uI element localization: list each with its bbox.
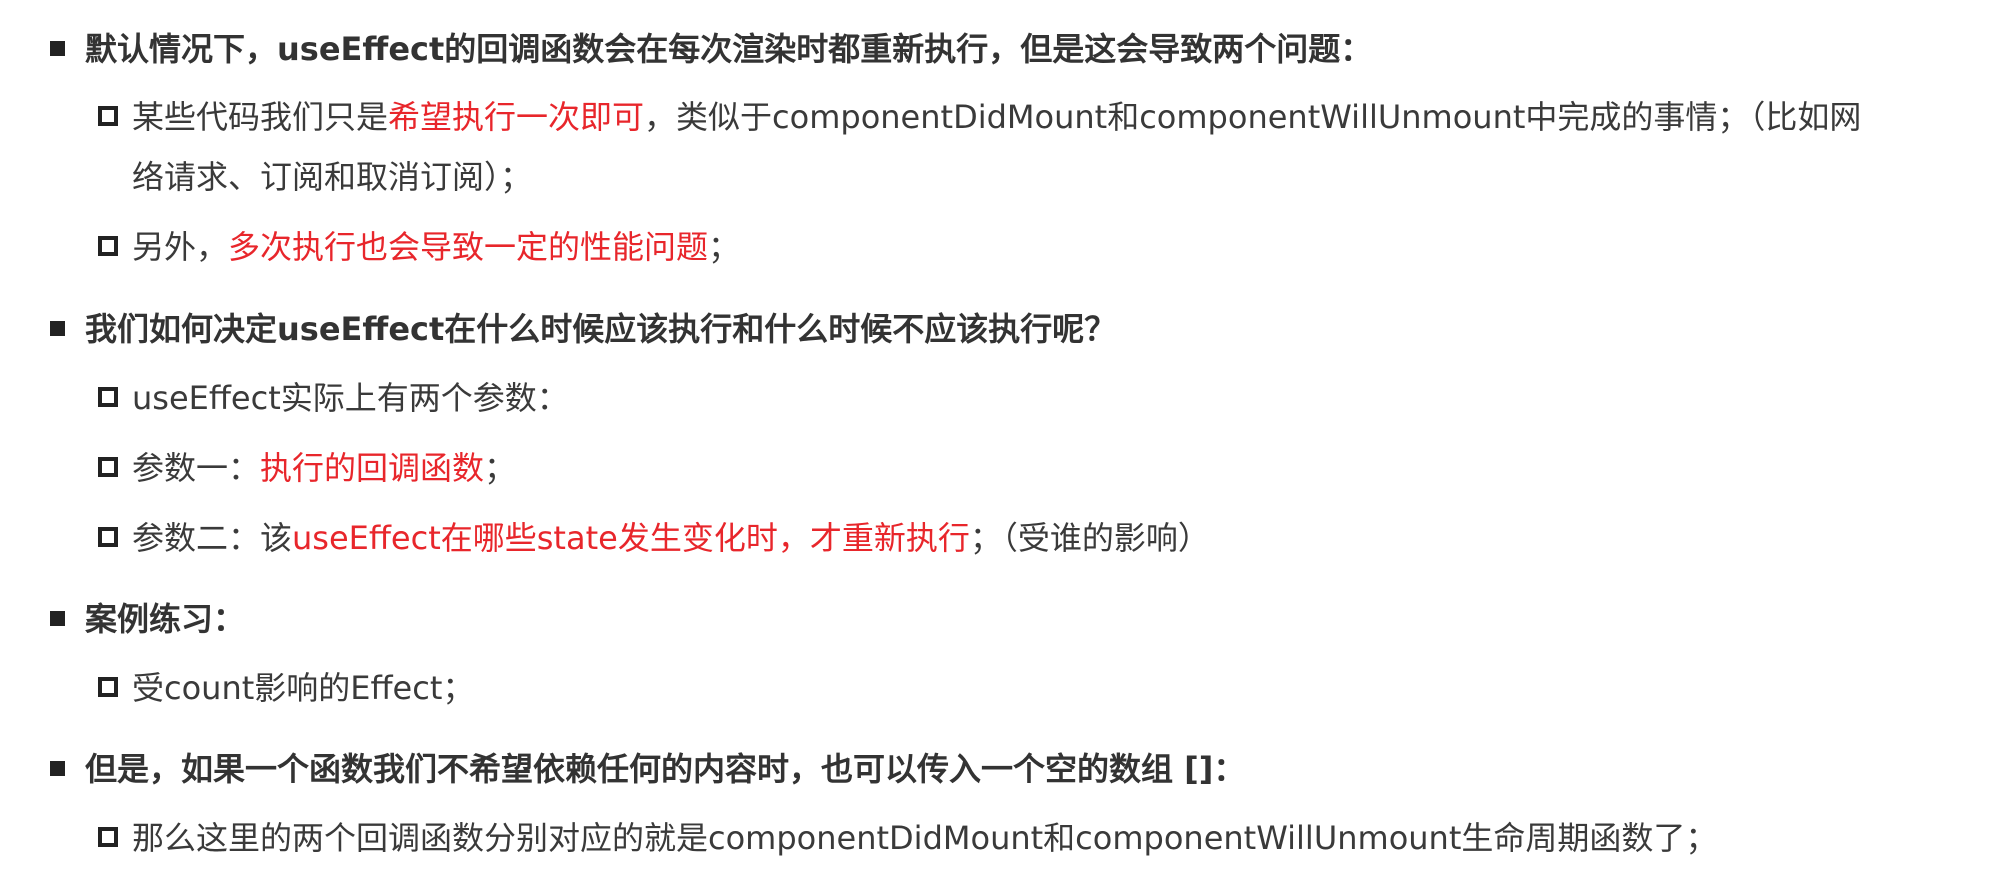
square-bullet-icon [50,320,65,336]
hollow-square-bullet-icon [98,106,118,126]
hollow-square-bullet-icon [98,527,118,547]
section-heading: 默认情况下，useEffect的回调函数会在每次渲染时都重新执行，但是这会导致两… [50,28,1372,70]
slide-page: 默认情况下，useEffect的回调函数会在每次渲染时都重新执行，但是这会导致两… [0,0,2014,894]
hollow-square-bullet-icon [98,457,118,477]
list-item: 那么这里的两个回调函数分别对应的就是componentDidMount和comp… [98,817,1717,859]
list-item: 参数一：执行的回调函数； [98,447,516,489]
section-heading: 案例练习： [50,598,245,640]
section-heading: 我们如何决定useEffect在什么时候应该执行和什么时候不应该执行呢？ [50,308,1116,350]
hollow-square-bullet-icon [98,236,118,256]
list-item: 参数二：该useEffect在哪些state发生变化时，才重新执行；（受谁的影响… [98,517,1210,559]
square-bullet-icon [50,760,65,776]
hollow-square-bullet-icon [98,827,118,847]
list-item: 某些代码我们只是希望执行一次即可，类似于componentDidMount和co… [98,96,1861,138]
list-item-continuation: 络请求、订阅和取消订阅）； [132,158,533,196]
square-bullet-icon [50,610,65,626]
list-item: useEffect实际上有两个参数： [98,377,569,419]
highlight-text: useEffect在哪些state发生变化时，才重新执行 [292,519,970,557]
section-heading: 但是，如果一个函数我们不希望依赖任何的内容时，也可以传入一个空的数组 []： [50,748,1245,790]
highlight-text: 多次执行也会导致一定的性能问题 [228,228,709,266]
square-bullet-icon [50,40,65,56]
list-item: 另外，多次执行也会导致一定的性能问题； [98,226,740,268]
list-item: 受count影响的Effect； [98,667,474,709]
highlight-text: 希望执行一次即可 [388,98,645,136]
hollow-square-bullet-icon [98,677,118,697]
hollow-square-bullet-icon [98,387,118,407]
highlight-text: 执行的回调函数 [260,449,485,487]
